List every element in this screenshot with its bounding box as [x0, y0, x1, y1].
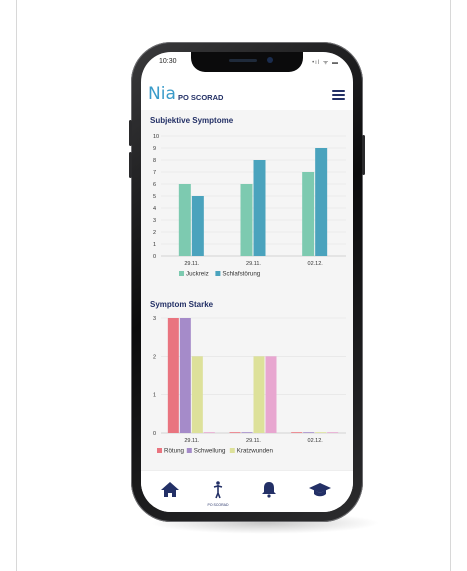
- tab-po-scorad[interactable]: [203, 475, 233, 503]
- app-header: Nia PO SCORAD: [141, 76, 353, 110]
- volume-button: [129, 152, 132, 178]
- app-title: PO SCORAD: [178, 93, 224, 102]
- x-tick-label: 29.11.: [184, 438, 199, 444]
- legend-label: Rötung: [164, 448, 185, 455]
- bar: [191, 196, 204, 256]
- y-tick-label: 5: [153, 194, 156, 200]
- tab-notifications[interactable]: [254, 475, 284, 503]
- hamburger-menu-icon[interactable]: [332, 90, 345, 100]
- y-tick-label: 7: [153, 170, 156, 176]
- bar: [315, 148, 328, 256]
- person-icon: [213, 481, 223, 499]
- bar: [315, 432, 327, 433]
- legend-swatch: [229, 448, 235, 453]
- notch: [191, 52, 303, 72]
- tab-education[interactable]: [305, 475, 335, 503]
- y-tick-label: 1: [153, 393, 156, 399]
- chart-subjektive-symptome: 0 1 2 3 4 5 6 7 8 9 10 29.11. 29.11. 02.12. Juckreiz Sc…: [153, 134, 346, 278]
- y-tick-label: 9: [153, 146, 156, 152]
- bar: [303, 432, 315, 433]
- graduation-cap-icon: [309, 483, 331, 497]
- speaker: [229, 59, 257, 62]
- bar: [327, 432, 339, 433]
- y-tick-label: 3: [153, 316, 156, 322]
- x-tick-label: 29.11.: [184, 261, 199, 267]
- bar: [178, 184, 191, 256]
- app-logo: Nia: [148, 84, 176, 104]
- legend-label: Schwellung: [194, 448, 226, 455]
- home-icon: [161, 482, 179, 497]
- chart-symptom-starke: 0 1 2 3 29.11. 29.11. 02.12. Rötung Schwellung Kr…: [153, 316, 346, 455]
- legend-swatch: [215, 271, 221, 276]
- phone-screen: 10:30 •ıl ᯤ ▬ Nia PO SCORAD Subjektive S…: [141, 52, 353, 512]
- y-tick-label: 8: [153, 158, 156, 164]
- bar: [265, 356, 277, 433]
- legend-label: Schlafstörung: [222, 271, 260, 278]
- bar: [191, 356, 203, 433]
- bar: [179, 318, 191, 433]
- bar: [302, 172, 315, 256]
- x-tick-label: 29.11.: [246, 438, 261, 444]
- y-tick-label: 0: [153, 254, 156, 260]
- x-tick-label: 02.12.: [308, 261, 324, 267]
- legend-label: Juckreiz: [186, 271, 209, 278]
- bar: [241, 432, 253, 433]
- y-tick-label: 0: [153, 431, 156, 437]
- x-tick-label: 29.11.: [246, 261, 261, 267]
- x-tick-label: 02.12.: [308, 438, 324, 444]
- legend-swatch: [157, 448, 162, 453]
- camera: [267, 57, 273, 63]
- bar: [203, 432, 215, 433]
- bottom-tab-bar: PO SCORAD: [141, 470, 353, 512]
- bar: [167, 318, 179, 433]
- bar: [253, 160, 266, 256]
- status-indicators: •ıl ᯤ ▬: [312, 60, 339, 66]
- page-border-right: [450, 0, 451, 571]
- chart-title-subjektive: Subjektive Symptome: [150, 116, 234, 125]
- y-tick-label: 1: [153, 242, 156, 248]
- bar: [291, 432, 303, 433]
- power-button: [362, 135, 365, 175]
- bar: [240, 184, 253, 256]
- y-tick-label: 2: [153, 354, 156, 360]
- legend-swatch: [179, 271, 184, 276]
- bar: [229, 432, 241, 433]
- tab-home[interactable]: [155, 475, 185, 503]
- bar: [253, 356, 265, 433]
- y-tick-label: 3: [153, 218, 156, 224]
- status-time: 10:30: [159, 58, 177, 65]
- tab-label-po-scorad: PO SCORAD: [207, 503, 229, 507]
- volume-button: [129, 120, 132, 146]
- main-content[interactable]: Subjektive Symptome 0 1 2 3 4 5 6 7 8 9 10 29.11. 29…: [141, 110, 353, 470]
- legend-swatch: [186, 448, 192, 453]
- legend-label: Kratzwunden: [237, 448, 274, 455]
- chart-title-symptom-starke: Symptom Starke: [150, 300, 214, 309]
- y-tick-label: 6: [153, 182, 156, 188]
- bell-icon: [262, 482, 276, 498]
- page-border-left: [16, 0, 17, 571]
- y-tick-label: 2: [153, 230, 156, 236]
- y-tick-label: 10: [153, 134, 159, 140]
- y-tick-label: 4: [153, 206, 156, 212]
